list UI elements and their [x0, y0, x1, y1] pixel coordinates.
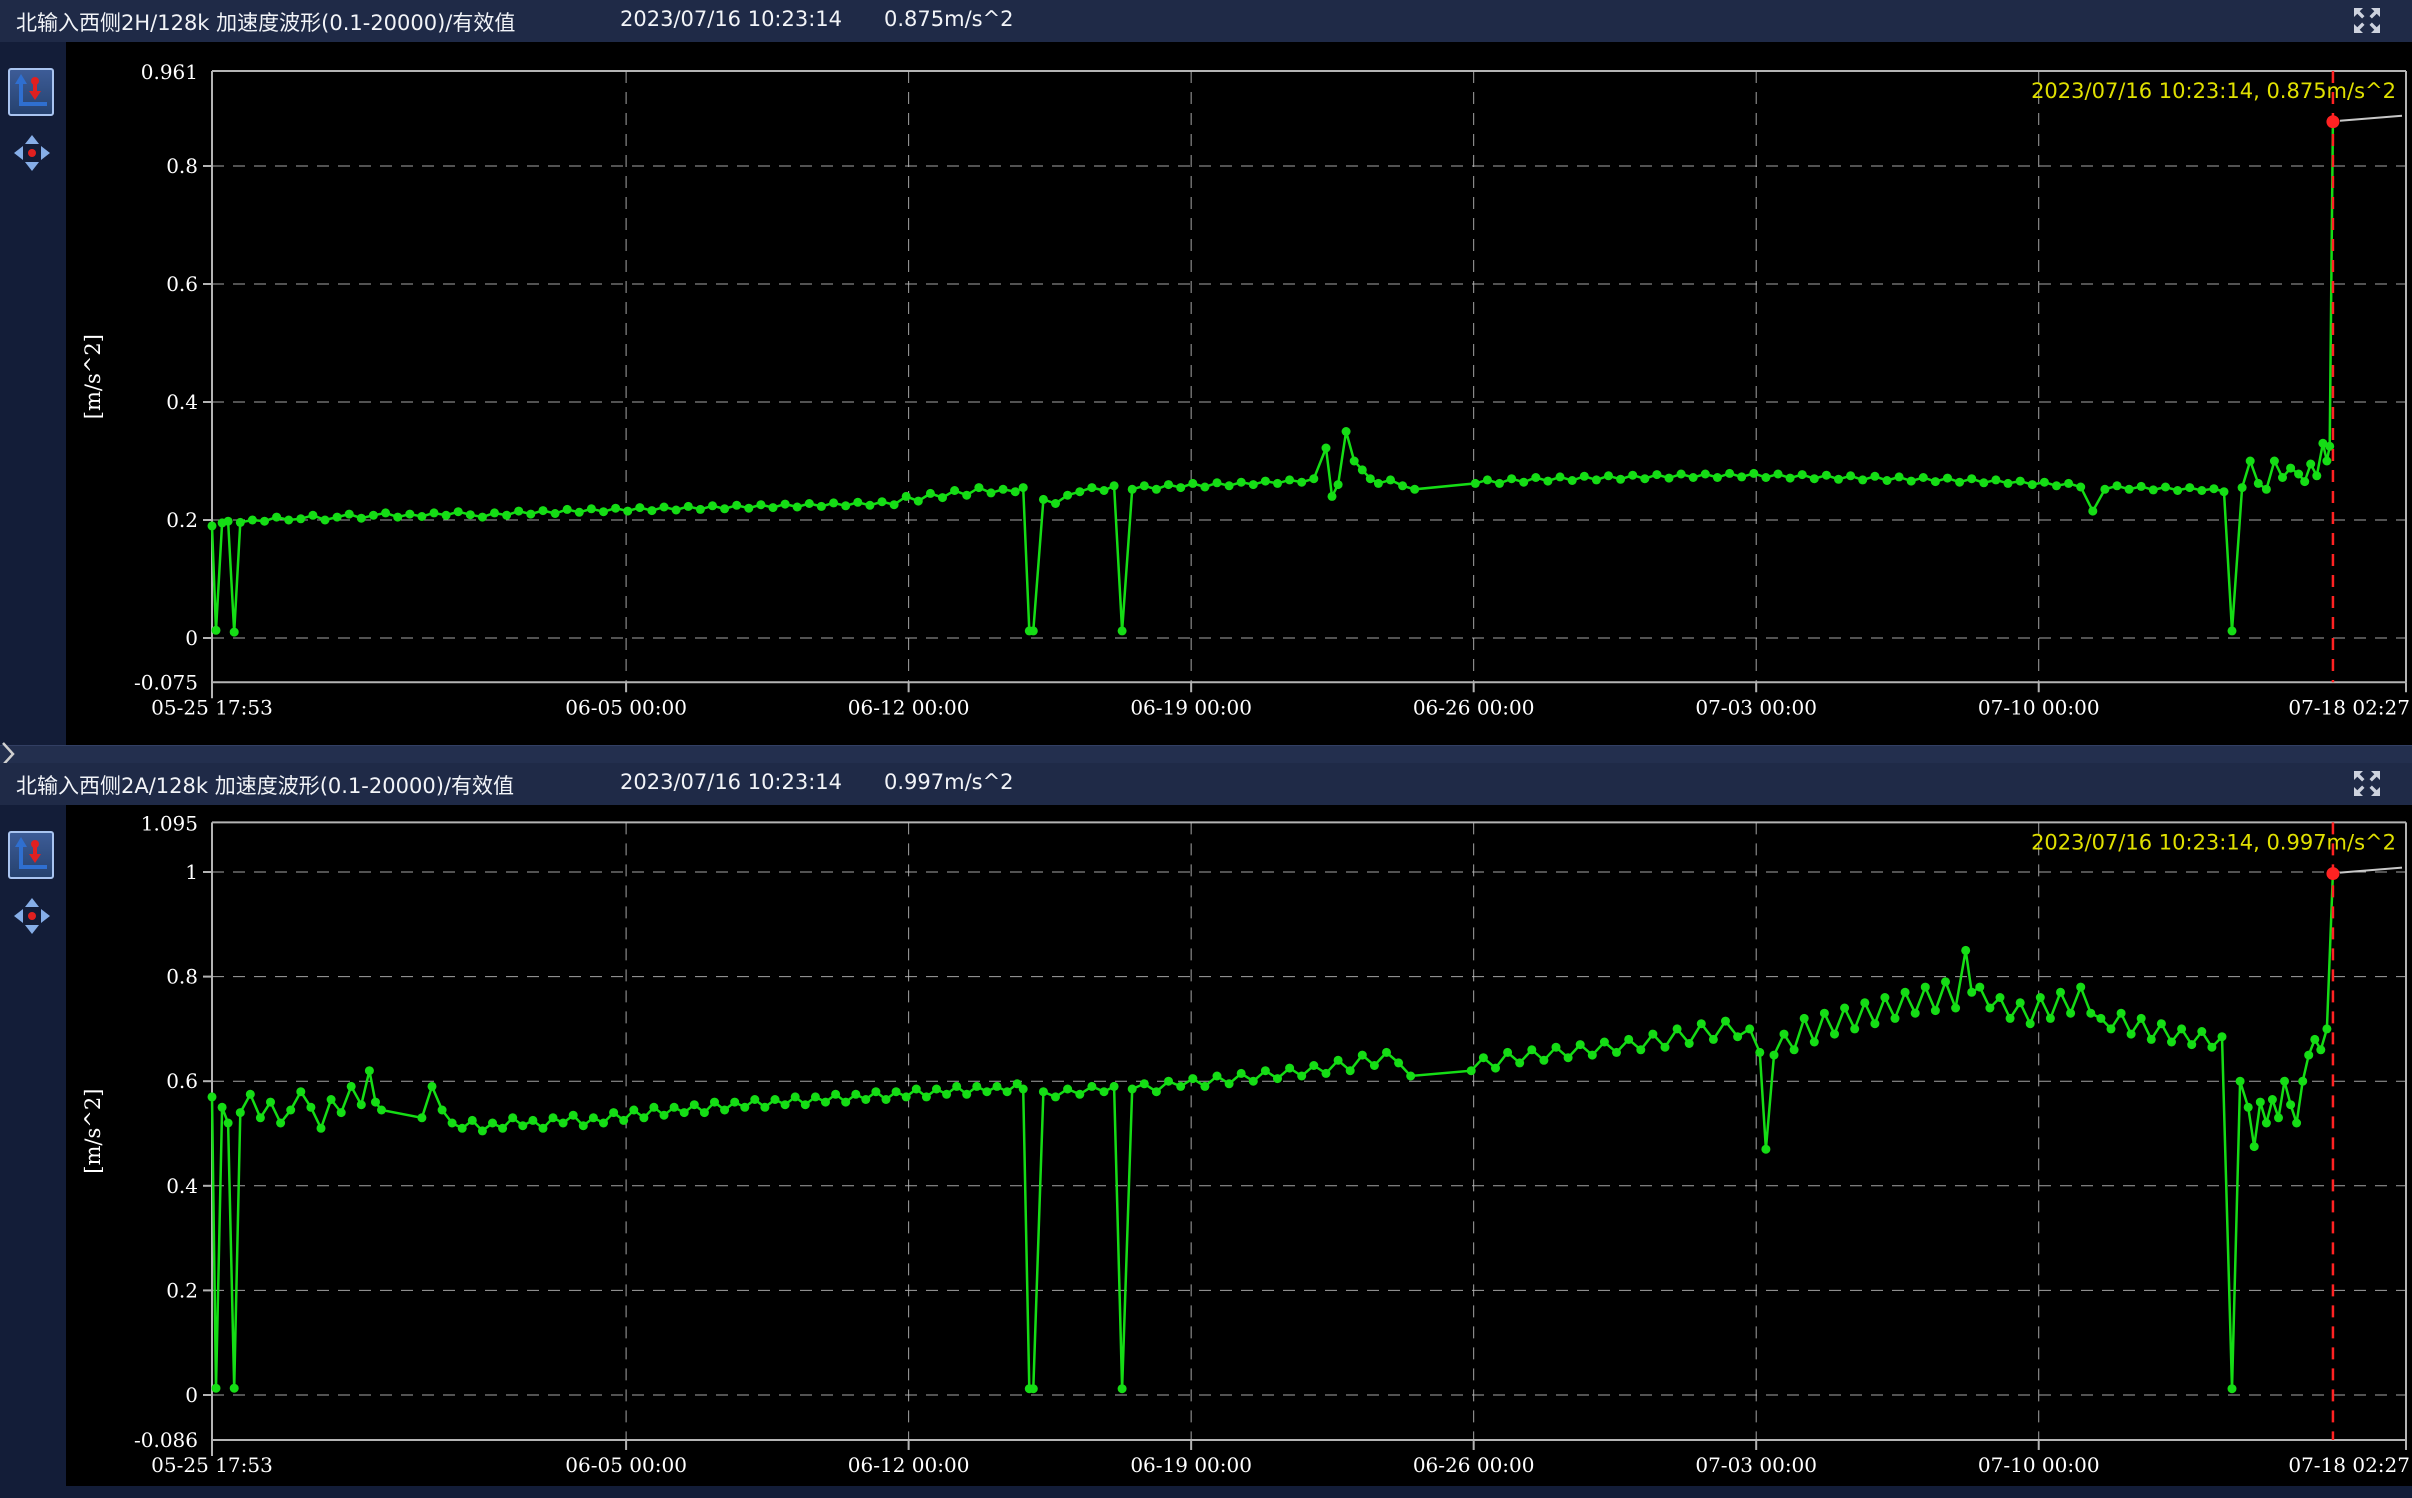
svg-text:06-12 00:00: 06-12 00:00 [848, 695, 970, 719]
chart-body: 0 0.2 0.4 0.6 0.8 0.961 -0.07505-25 17:53 06-05… [0, 42, 2412, 745]
svg-text:07-03 00:00: 07-03 00:00 [1695, 695, 1817, 719]
svg-text:07-18 02:27: 07-18 02:27 [2288, 695, 2410, 719]
cursor-value: 0.875m/s^2 [884, 7, 1014, 31]
svg-text:0: 0 [185, 626, 198, 650]
expand-fullscreen-icon[interactable] [2350, 768, 2384, 800]
svg-text:-0.075: -0.075 [134, 670, 198, 694]
svg-text:1: 1 [185, 860, 198, 884]
svg-text:0.8: 0.8 [166, 965, 198, 989]
svg-text:0.961: 0.961 [141, 60, 198, 84]
expand-fullscreen-icon[interactable] [2350, 5, 2384, 37]
svg-text:07-18 02:27: 07-18 02:27 [2288, 1453, 2410, 1477]
svg-text:07-10 00:00: 07-10 00:00 [1978, 695, 2100, 719]
svg-text:0.2: 0.2 [166, 508, 198, 532]
trend-monitor-screen: 北输入西侧2H/128k 加速度波形(0.1-20000)/有效值 2023/0… [0, 0, 2412, 1498]
channel-title: 北输入西侧2H/128k 加速度波形(0.1-20000)/有效值 [16, 7, 515, 37]
svg-text:06-26 00:00: 06-26 00:00 [1413, 1453, 1535, 1477]
svg-text:0.6: 0.6 [166, 1069, 198, 1093]
svg-text:07-10 00:00: 07-10 00:00 [1978, 1453, 2100, 1477]
trend-chart[interactable]: 0 0.2 0.4 0.6 0.8 1 1.095 -0.08605-25 17:53 06-0… [0, 805, 2412, 1498]
svg-text:0: 0 [185, 1383, 198, 1407]
svg-text:07-03 00:00: 07-03 00:00 [1695, 1453, 1817, 1477]
cursor-datetime: 2023/07/16 10:23:14 [620, 7, 842, 31]
cursor-datetime: 2023/07/16 10:23:14 [620, 770, 842, 794]
chart-body: 0 0.2 0.4 0.6 0.8 1 1.095 -0.08605-25 17:53 06-0… [0, 805, 2412, 1498]
panel-titlebar: 北输入西侧2H/128k 加速度波形(0.1-20000)/有效值 2023/0… [0, 0, 2412, 42]
svg-text:[m/s^2]: [m/s^2] [81, 334, 105, 419]
panel-titlebar: 北输入西侧2A/128k 加速度波形(0.1-20000)/有效值 2023/0… [0, 763, 2412, 805]
panel-divider [0, 745, 2412, 764]
svg-text:0.2: 0.2 [166, 1278, 198, 1302]
trend-panel-2A: 北输入西侧2A/128k 加速度波形(0.1-20000)/有效值 2023/0… [0, 763, 2412, 1498]
svg-text:06-19 00:00: 06-19 00:00 [1130, 1453, 1252, 1477]
svg-text:05-25 17:53: 05-25 17:53 [151, 695, 273, 719]
svg-text:06-19 00:00: 06-19 00:00 [1130, 695, 1252, 719]
svg-text:0.4: 0.4 [166, 1174, 198, 1198]
svg-text:2023/07/16 10:23:14, 0.875m/s^: 2023/07/16 10:23:14, 0.875m/s^2 [2031, 79, 2396, 103]
svg-text:06-05 00:00: 06-05 00:00 [565, 695, 687, 719]
bottom-strip [0, 1486, 2412, 1498]
cursor-value: 0.997m/s^2 [884, 770, 1014, 794]
svg-text:2023/07/16 10:23:14, 0.997m/s^: 2023/07/16 10:23:14, 0.997m/s^2 [2031, 830, 2396, 854]
trend-panel-2H: 北输入西侧2H/128k 加速度波形(0.1-20000)/有效值 2023/0… [0, 0, 2412, 745]
channel-title: 北输入西侧2A/128k 加速度波形(0.1-20000)/有效值 [16, 770, 514, 800]
svg-text:06-12 00:00: 06-12 00:00 [848, 1453, 970, 1477]
trend-chart[interactable]: 0 0.2 0.4 0.6 0.8 0.961 -0.07505-25 17:53 06-05… [0, 42, 2412, 745]
svg-text:05-25 17:53: 05-25 17:53 [151, 1453, 273, 1477]
svg-text:06-26 00:00: 06-26 00:00 [1413, 695, 1535, 719]
svg-text:-0.086: -0.086 [134, 1428, 198, 1452]
svg-text:06-05 00:00: 06-05 00:00 [565, 1453, 687, 1477]
svg-text:1.095: 1.095 [141, 811, 198, 835]
svg-text:0.8: 0.8 [166, 154, 198, 178]
svg-text:0.6: 0.6 [166, 272, 198, 296]
svg-text:[m/s^2]: [m/s^2] [81, 1089, 105, 1174]
svg-text:0.4: 0.4 [166, 390, 198, 414]
